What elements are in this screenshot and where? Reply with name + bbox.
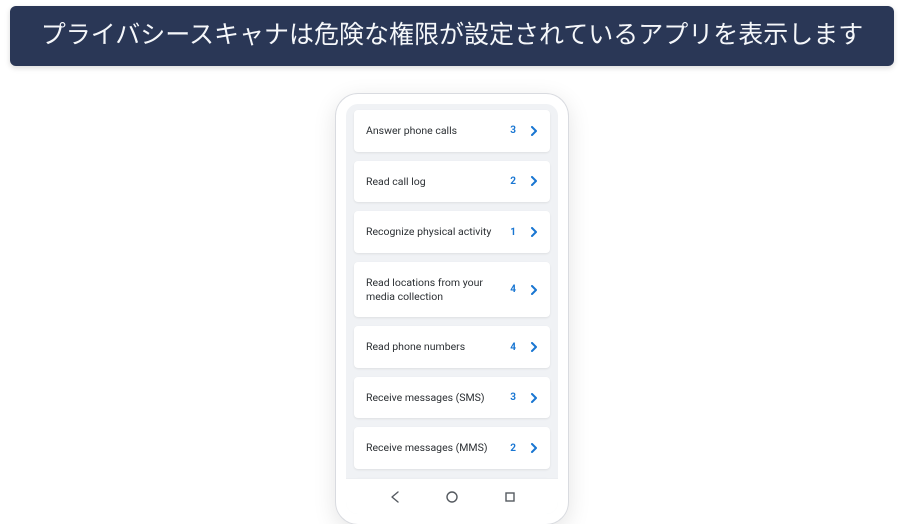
chevron-right-icon <box>528 442 540 454</box>
recent-apps-button[interactable] <box>501 488 519 506</box>
permission-row[interactable]: Read call log 2 <box>354 161 550 203</box>
description-banner: プライバシースキャナは危険な権限が設定されているアプリを表示します <box>10 6 894 66</box>
permission-label: Answer phone calls <box>366 124 502 138</box>
home-button[interactable] <box>443 488 461 506</box>
permission-row[interactable]: Read phone numbers 4 <box>354 326 550 368</box>
permission-count: 2 <box>510 443 516 454</box>
permission-row[interactable]: Answer phone calls 3 <box>354 110 550 152</box>
chevron-right-icon <box>528 341 540 353</box>
permission-count: 2 <box>510 176 516 187</box>
permission-label: Read phone numbers <box>366 340 502 354</box>
permission-row[interactable]: Receive messages (MMS) 2 <box>354 427 550 469</box>
permission-count: 3 <box>510 392 516 403</box>
permissions-list: Answer phone calls 3 Read call log 2 Rec… <box>346 104 558 478</box>
chevron-right-icon <box>528 284 540 296</box>
permission-count: 1 <box>510 227 516 238</box>
permission-label: Receive messages (MMS) <box>366 441 502 455</box>
permission-label: Receive messages (SMS) <box>366 391 502 405</box>
banner-text: プライバシースキャナは危険な権限が設定されているアプリを表示します <box>41 21 864 50</box>
chevron-right-icon <box>528 125 540 137</box>
android-navbar <box>346 478 558 514</box>
permission-count: 4 <box>510 342 516 353</box>
permission-row[interactable]: Recognize physical activity 1 <box>354 211 550 253</box>
permission-count: 3 <box>510 125 516 136</box>
chevron-right-icon <box>528 175 540 187</box>
permission-row[interactable]: Receive messages (SMS) 3 <box>354 377 550 419</box>
phone-mockup: Answer phone calls 3 Read call log 2 Rec… <box>336 94 568 524</box>
permission-label: Read locations from your media collectio… <box>366 276 502 303</box>
permission-label: Read call log <box>366 175 502 189</box>
permission-label: Recognize physical activity <box>366 225 502 239</box>
permission-row[interactable]: Read locations from your media collectio… <box>354 262 550 317</box>
chevron-right-icon <box>528 392 540 404</box>
permission-count: 4 <box>510 284 516 295</box>
back-button[interactable] <box>386 488 404 506</box>
chevron-right-icon <box>528 226 540 238</box>
